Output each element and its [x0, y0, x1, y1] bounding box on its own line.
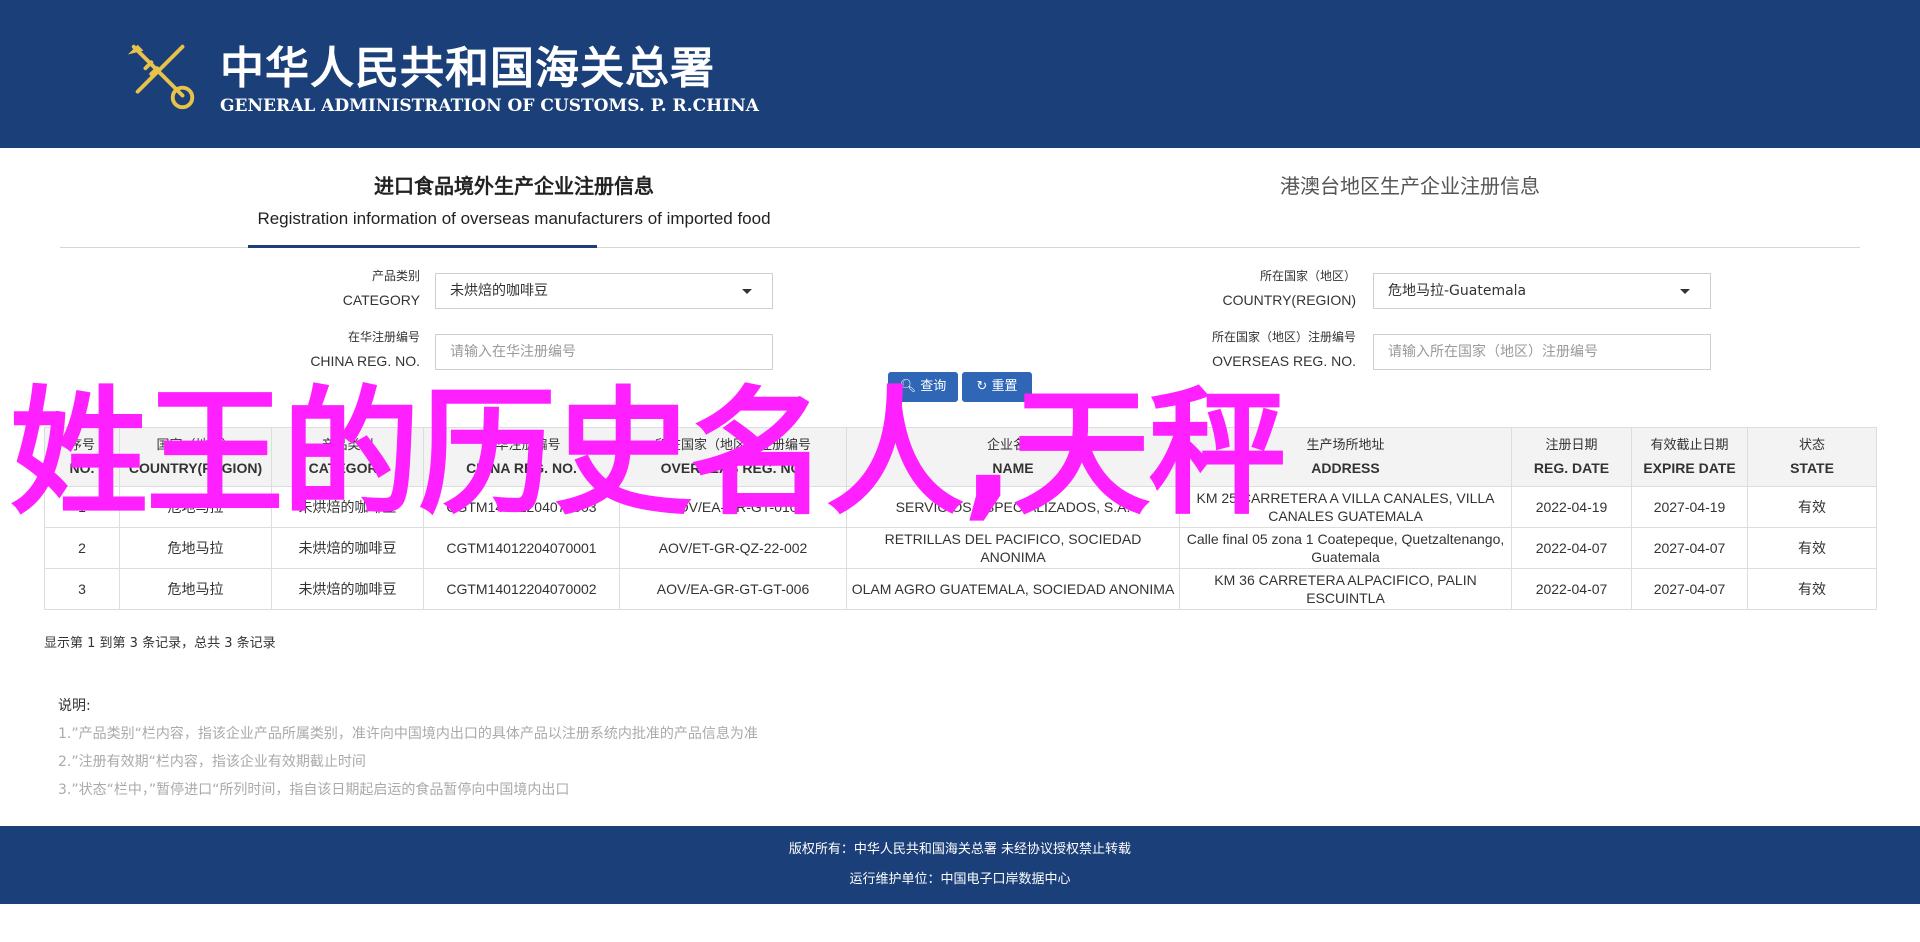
cell-address: KM 36 CARRETERA ALPACIFICO, PALIN ESCUIN…	[1179, 568, 1512, 610]
chevron-down-icon	[742, 289, 752, 294]
notes-section: 说明: 1.”产品类别“栏内容，指该企业产品所属类别，准许向中国境内出口的具体产…	[58, 692, 758, 804]
cell-expire-date: 2027-04-19	[1631, 486, 1748, 528]
table-row[interactable]: 3 危地马拉 未烘焙的咖啡豆 CGTM14012204070002 AOV/EA…	[44, 568, 1877, 610]
site-header: 中华人民共和国海关总署 GENERAL ADMINISTRATION OF CU…	[0, 0, 1920, 148]
cell-no: 3	[44, 568, 120, 610]
country-select[interactable]: 危地马拉-Guatemala	[1373, 273, 1711, 309]
overseas-reg-label-en: OVERSEAS REG. NO.	[1212, 353, 1356, 369]
china-reg-label-cn: 在华注册编号	[347, 330, 420, 344]
category-label-en: CATEGORY	[342, 292, 420, 308]
cell-overseas-reg: AOV/EA-GR-GT-GT-006	[619, 568, 847, 610]
footer-copyright: 版权所有：中华人民共和国海关总署 未经协议授权禁止转载	[788, 842, 1132, 857]
country-select-value: 危地马拉-Guatemala	[1388, 283, 1527, 299]
china-reg-label-en: CHINA REG. NO.	[310, 353, 420, 369]
china-reg-label: 在华注册编号 CHINA REG. NO.	[170, 325, 420, 373]
customs-key-emblem-icon	[127, 44, 195, 110]
column-header-cn: 状态	[1798, 438, 1825, 453]
active-tab-indicator	[248, 245, 597, 248]
pagination-info: 显示第 1 到第 3 条记录，总共 3 条记录	[44, 636, 276, 651]
china-reg-input[interactable]: 请输入在华注册编号	[435, 334, 773, 370]
cell-state: 有效	[1747, 568, 1877, 610]
cell-china-reg: CGTM14012204070002	[423, 568, 620, 610]
column-header-cn: 注册日期	[1545, 438, 1598, 453]
cell-name: OLAM AGRO GUATEMALA, SOCIEDAD ANONIMA	[846, 568, 1180, 610]
footer-maintainer: 运行维护单位：中国电子口岸数据中心	[849, 872, 1071, 887]
category-label-cn: 产品类别	[371, 269, 420, 283]
cell-country: 危地马拉	[119, 568, 272, 610]
category-label: 产品类别 CATEGORY	[170, 264, 420, 312]
column-header-en: STATE	[1790, 460, 1834, 476]
overlay-text: 姓王的历史名人,天秤	[10, 373, 1286, 534]
tab-label-cn: 进口食品境外生产企业注册信息	[374, 174, 654, 198]
notes-title: 说明:	[58, 698, 91, 714]
column-header[interactable]: 有效截止日期 EXPIRE DATE	[1631, 427, 1748, 487]
cell-expire-date: 2027-04-07	[1631, 527, 1748, 569]
cell-state: 有效	[1747, 527, 1877, 569]
chevron-down-icon	[1680, 289, 1690, 294]
overseas-reg-placeholder: 请输入所在国家（地区）注册编号	[1388, 344, 1598, 360]
cell-state: 有效	[1747, 486, 1877, 528]
site-title-en: GENERAL ADMINISTRATION OF CUSTOMS. P. R.…	[220, 96, 759, 116]
overseas-reg-label-cn: 所在国家（地区）注册编号	[1211, 330, 1356, 344]
column-header-en: REG. DATE	[1533, 460, 1610, 476]
tab-overseas-manufacturers[interactable]: 进口食品境外生产企业注册信息 Registration information …	[234, 170, 794, 229]
tab-label-cn: 港澳台地区生产企业注册信息	[1280, 174, 1540, 198]
cell-category: 未烘焙的咖啡豆	[271, 568, 424, 610]
category-select-value: 未烘焙的咖啡豆	[450, 283, 548, 299]
notes-line: 1.”产品类别“栏内容，指该企业产品所属类别，准许向中国境内出口的具体产品以注册…	[58, 726, 758, 742]
overseas-reg-label: 所在国家（地区）注册编号 OVERSEAS REG. NO.	[1106, 325, 1356, 373]
cell-reg-date: 2022-04-07	[1511, 527, 1632, 569]
site-title-cn: 中华人民共和国海关总署	[220, 43, 715, 94]
tab-label-en: Registration information of overseas man…	[257, 209, 771, 228]
notes-line: 3.”状态“栏中，”暂停进口“所列时间，指自该日期起启运的食品暂停向中国境内出口	[58, 782, 570, 798]
column-header[interactable]: 状态 STATE	[1747, 427, 1877, 487]
cell-expire-date: 2027-04-07	[1631, 568, 1748, 610]
country-label: 所在国家（地区） COUNTRY(REGION)	[1106, 264, 1356, 312]
cell-reg-date: 2022-04-19	[1511, 486, 1632, 528]
notes-line: 2.”注册有效期“栏内容，指该企业有效期截止时间	[58, 754, 366, 770]
tab-hk-macao-taiwan[interactable]: 港澳台地区生产企业注册信息	[1200, 170, 1620, 199]
category-select[interactable]: 未烘焙的咖啡豆	[435, 273, 773, 309]
column-header[interactable]: 注册日期 REG. DATE	[1511, 427, 1632, 487]
column-header-cn: 有效截止日期	[1650, 438, 1729, 453]
column-header-en: EXPIRE DATE	[1643, 460, 1736, 476]
country-label-en: COUNTRY(REGION)	[1222, 292, 1356, 308]
country-label-cn: 所在国家（地区）	[1259, 269, 1356, 283]
china-reg-placeholder: 请输入在华注册编号	[450, 344, 576, 360]
cell-reg-date: 2022-04-07	[1511, 568, 1632, 610]
overseas-reg-input[interactable]: 请输入所在国家（地区）注册编号	[1373, 334, 1711, 370]
site-footer: 版权所有：中华人民共和国海关总署 未经协议授权禁止转载 运行维护单位：中国电子口…	[0, 826, 1920, 904]
